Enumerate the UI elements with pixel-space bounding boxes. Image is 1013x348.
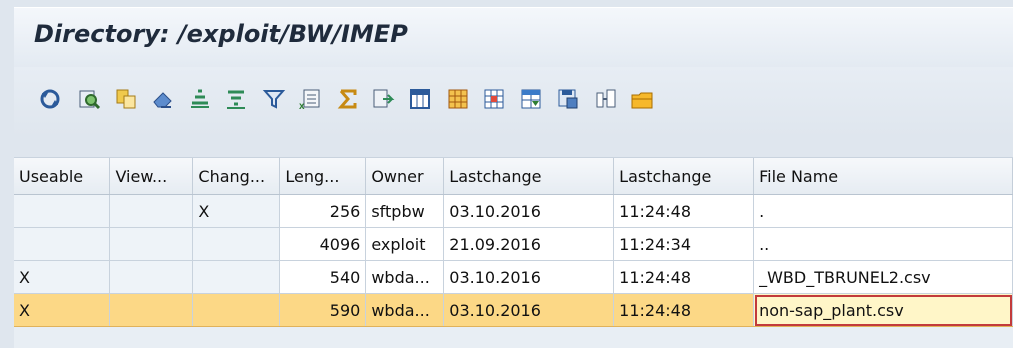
cell-changed — [192, 260, 281, 294]
column-icon[interactable] — [482, 87, 506, 111]
cell-lastchange-time: 11:24:34 — [613, 227, 755, 261]
table-row[interactable]: X 540 wbda... 03.10.2016 11:24:48 _WBD_T… — [14, 260, 1013, 294]
column-header-lastchange-date[interactable]: Lastchange — [443, 158, 615, 195]
cell-length: 540 — [279, 260, 367, 294]
cell-useable — [14, 227, 111, 261]
cell-lastchange-date: 03.10.2016 — [443, 194, 615, 228]
select-layout-icon[interactable] — [519, 87, 543, 111]
cell-owner: exploit — [365, 227, 445, 261]
copy-icon[interactable] — [114, 87, 138, 111]
folder-icon[interactable] — [630, 87, 654, 111]
cell-useable — [14, 194, 111, 228]
page-title: Directory: /exploit/BW/IMEP — [34, 20, 408, 48]
cell-view — [109, 227, 194, 261]
sort-descending-icon[interactable] — [224, 87, 248, 111]
sort-ascending-icon[interactable] — [188, 87, 212, 111]
application-toolbar: x — [14, 67, 1013, 137]
cell-changed — [192, 227, 281, 261]
cell-file-name: . — [753, 194, 1013, 228]
cell-file-name-focused[interactable]: non-sap_plant.csv — [753, 293, 1013, 327]
cell-view — [109, 194, 194, 228]
grid-icon[interactable] — [446, 87, 470, 111]
cell-length: 4096 — [279, 227, 367, 261]
cell-view — [109, 293, 194, 327]
cell-file-name: _WBD_TBRUNEL2.csv — [753, 260, 1013, 294]
cell-lastchange-date: 21.09.2016 — [443, 227, 615, 261]
cell-file-name: .. — [753, 227, 1013, 261]
file-list-grid: Useable View... Chang... Leng... Owner L… — [14, 157, 1013, 348]
column-header-length[interactable]: Leng... — [279, 158, 367, 195]
column-header-file-name[interactable]: File Name — [753, 158, 1013, 195]
column-header-useable[interactable]: Useable — [14, 158, 111, 195]
export-excel-icon[interactable]: x — [298, 87, 322, 111]
cell-length: 590 — [279, 293, 367, 327]
column-header-owner[interactable]: Owner — [365, 158, 445, 195]
column-header-lastchange-time[interactable]: Lastchange — [613, 158, 755, 195]
table-row[interactable]: 4096 exploit 21.09.2016 11:24:34 .. — [14, 227, 1013, 261]
cell-lastchange-date: 03.10.2016 — [443, 260, 615, 294]
total-icon[interactable] — [336, 87, 360, 111]
filter-icon[interactable] — [262, 87, 286, 111]
info-icon[interactable] — [594, 87, 618, 111]
save-layout-icon[interactable] — [556, 87, 580, 111]
svg-text:x: x — [299, 101, 305, 111]
eraser-icon[interactable] — [151, 87, 175, 111]
table-header-row: Useable View... Chang... Leng... Owner L… — [14, 158, 1013, 195]
cell-lastchange-time: 11:24:48 — [613, 260, 755, 294]
cell-changed: X — [192, 194, 281, 228]
cell-lastchange-time: 11:24:48 — [613, 293, 755, 327]
details-icon[interactable] — [77, 87, 101, 111]
print-preview-icon[interactable] — [371, 87, 395, 111]
table-row[interactable]: X 256 sftpbw 03.10.2016 11:24:48 . — [14, 194, 1013, 228]
file-table: Useable View... Chang... Leng... Owner L… — [14, 158, 1013, 327]
cell-owner: sftpbw — [365, 194, 445, 228]
column-header-view[interactable]: View... — [109, 158, 194, 195]
cell-lastchange-time: 11:24:48 — [613, 194, 755, 228]
cell-changed — [192, 293, 281, 327]
cell-owner: wbda... — [365, 293, 445, 327]
refresh-icon[interactable] — [38, 87, 62, 111]
cell-useable: X — [14, 260, 111, 294]
cell-owner: wbda... — [365, 260, 445, 294]
column-header-changed[interactable]: Chang... — [192, 158, 281, 195]
cell-length: 256 — [279, 194, 367, 228]
title-bar: Directory: /exploit/BW/IMEP — [14, 7, 1013, 68]
cell-useable: X — [14, 293, 111, 327]
cell-lastchange-date: 03.10.2016 — [443, 293, 615, 327]
cell-view — [109, 260, 194, 294]
table-row-selected[interactable]: X 590 wbda... 03.10.2016 11:24:48 non-sa… — [14, 293, 1013, 327]
layout-icon[interactable] — [408, 87, 432, 111]
